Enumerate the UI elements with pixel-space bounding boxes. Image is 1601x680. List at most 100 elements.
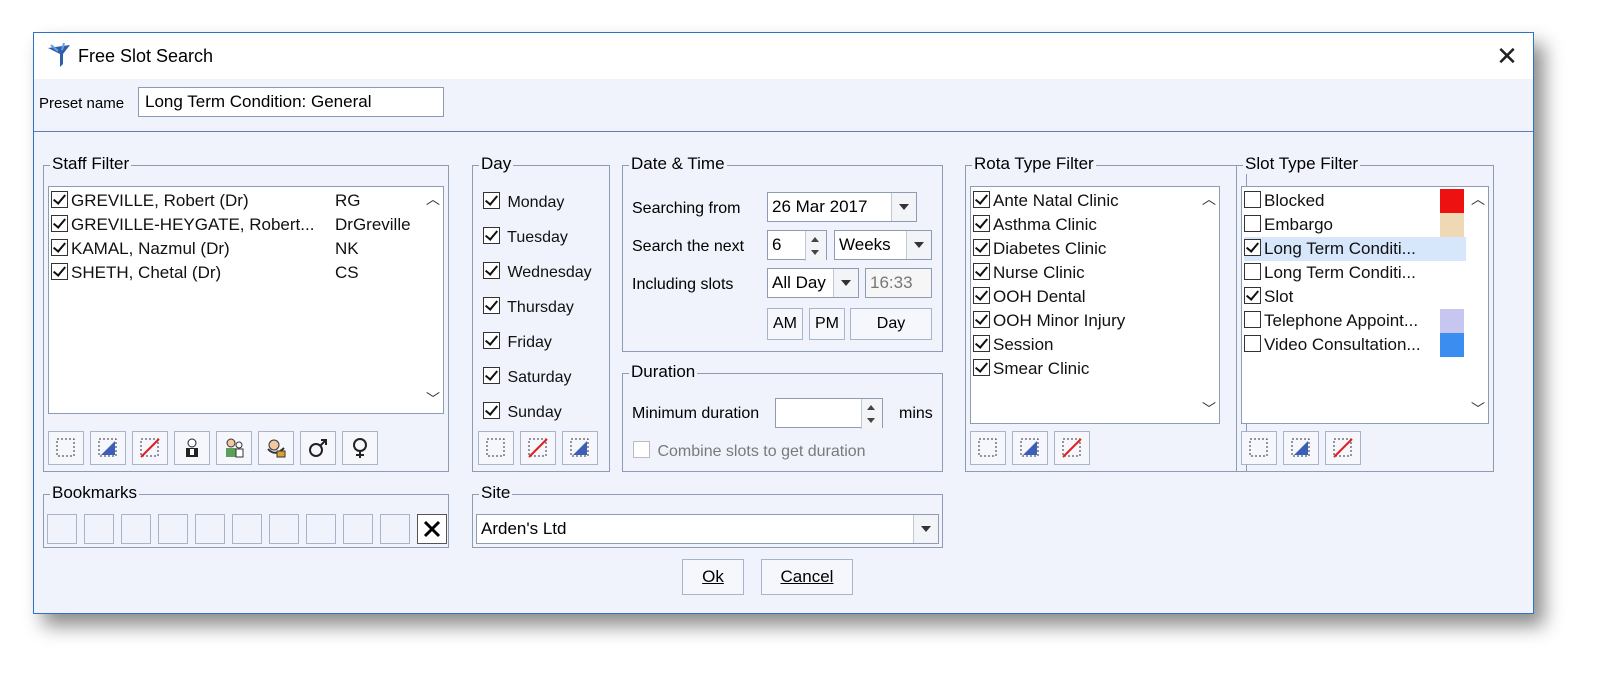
rota-row[interactable]: Diabetes Clinic	[973, 237, 1106, 261]
chevron-down-icon[interactable]	[833, 269, 858, 297]
pm-button[interactable]: PM	[809, 308, 845, 340]
day-checkbox[interactable]	[483, 227, 500, 244]
slot-row[interactable]: Blocked	[1244, 189, 1466, 213]
rota-checkbox[interactable]	[973, 287, 990, 304]
rota-row[interactable]: Session	[973, 333, 1053, 357]
slot-row[interactable]: Long Term Conditi...	[1244, 261, 1466, 285]
close-button[interactable]: ✕	[1493, 42, 1521, 70]
select-all-button[interactable]	[90, 431, 126, 465]
staff-row[interactable]: GREVILLE-HEYGATE, Robert... DrGreville	[51, 213, 411, 237]
staff-checkbox[interactable]	[51, 215, 68, 232]
rota-row[interactable]: Asthma Clinic	[973, 213, 1097, 237]
day-thursday[interactable]: Thursday	[483, 296, 574, 320]
including-slots-select[interactable]: All Day	[767, 268, 859, 298]
chevron-down-icon[interactable]	[913, 515, 938, 543]
chevron-down-icon[interactable]: ﹀	[1202, 402, 1216, 416]
day-select-all-button[interactable]	[562, 431, 598, 465]
rota-select-none-button[interactable]	[970, 431, 1006, 465]
day-wednesday[interactable]: Wednesday	[483, 261, 592, 285]
rota-checkbox[interactable]	[973, 335, 990, 352]
spinner-icon[interactable]	[805, 231, 826, 261]
preset-name-input[interactable]	[138, 87, 444, 117]
rota-row[interactable]: OOH Minor Injury	[973, 309, 1125, 333]
bookmark-slot[interactable]	[121, 514, 151, 544]
slot-checkbox[interactable]	[1244, 263, 1261, 280]
combine-slots-option[interactable]: Combine slots to get duration	[633, 440, 866, 464]
day-monday[interactable]: Monday	[483, 191, 564, 215]
am-button[interactable]: AM	[767, 308, 803, 340]
clear-bookmarks-button[interactable]	[417, 514, 447, 544]
slot-row-selected[interactable]: Long Term Conditi...	[1244, 237, 1466, 261]
chevron-down-icon[interactable]: ﹀	[1471, 402, 1485, 416]
day-saturday[interactable]: Saturday	[483, 366, 572, 390]
cancel-button[interactable]: Cancel	[761, 559, 853, 595]
rota-row[interactable]: OOH Dental	[973, 285, 1086, 309]
slot-checkbox[interactable]	[1244, 287, 1261, 304]
slot-row[interactable]: Slot	[1244, 285, 1466, 309]
bookmark-slot[interactable]	[47, 514, 77, 544]
day-checkbox[interactable]	[483, 367, 500, 384]
rota-invert-button[interactable]	[1054, 431, 1090, 465]
slot-row[interactable]: Embargo	[1244, 213, 1466, 237]
invert-selection-button[interactable]	[132, 431, 168, 465]
rota-list-scrollbar[interactable]: ︿ ﹀	[1197, 187, 1219, 423]
day-checkbox[interactable]	[483, 402, 500, 419]
staff-list[interactable]: GREVILLE, Robert (Dr) RG GREVILLE-HEYGAT…	[48, 186, 444, 414]
slot-checkbox[interactable]	[1244, 239, 1261, 256]
chevron-down-icon[interactable]	[906, 231, 931, 259]
day-tuesday[interactable]: Tuesday	[483, 226, 568, 250]
staff-row[interactable]: GREVILLE, Robert (Dr) RG	[51, 189, 361, 213]
searching-from-date-picker[interactable]: 26 Mar 2017	[767, 192, 917, 222]
combine-slots-checkbox[interactable]	[633, 441, 650, 458]
rota-checkbox[interactable]	[973, 263, 990, 280]
nurse-filter-button[interactable]	[216, 431, 252, 465]
site-select[interactable]: Arden's Ltd	[476, 514, 939, 544]
staff-checkbox[interactable]	[51, 263, 68, 280]
day-invert-button[interactable]	[520, 431, 556, 465]
rota-type-list[interactable]: Ante Natal Clinic Asthma Clinic Diabetes…	[970, 186, 1220, 424]
day-friday[interactable]: Friday	[483, 331, 552, 355]
staff-list-scrollbar[interactable]: ︿ ﹀	[421, 187, 443, 413]
staff-checkbox[interactable]	[51, 239, 68, 256]
slot-checkbox[interactable]	[1244, 335, 1261, 352]
female-filter-button[interactable]	[342, 431, 378, 465]
rota-row[interactable]: Smear Clinic	[973, 357, 1089, 381]
search-next-unit-select[interactable]: Weeks	[834, 230, 932, 260]
day-sunday[interactable]: Sunday	[483, 401, 562, 425]
day-button[interactable]: Day	[850, 308, 932, 340]
bookmark-slot[interactable]	[306, 514, 336, 544]
day-checkbox[interactable]	[483, 297, 500, 314]
chevron-down-icon[interactable]	[891, 193, 916, 221]
rota-row[interactable]: Ante Natal Clinic	[973, 189, 1119, 213]
bookmark-slot[interactable]	[195, 514, 225, 544]
slot-row[interactable]: Video Consultation...	[1244, 333, 1466, 357]
slot-invert-button[interactable]	[1325, 431, 1361, 465]
rota-checkbox[interactable]	[973, 359, 990, 376]
chevron-up-icon[interactable]: ︿	[426, 192, 440, 206]
slot-checkbox[interactable]	[1244, 311, 1261, 328]
slot-row[interactable]: Telephone Appoint...	[1244, 309, 1466, 333]
slot-checkbox[interactable]	[1244, 215, 1261, 232]
rota-checkbox[interactable]	[973, 191, 990, 208]
day-checkbox[interactable]	[483, 332, 500, 349]
slot-list-scrollbar[interactable]: ︿ ﹀	[1466, 187, 1488, 423]
rota-checkbox[interactable]	[973, 311, 990, 328]
day-checkbox[interactable]	[483, 262, 500, 279]
slot-type-list[interactable]: Blocked Embargo Long Term Conditi... Lon…	[1241, 186, 1489, 424]
staff-row[interactable]: KAMAL, Nazmul (Dr) NK	[51, 237, 359, 261]
select-none-button[interactable]	[48, 431, 84, 465]
staff-search-button[interactable]	[258, 431, 294, 465]
bookmark-slot[interactable]	[84, 514, 114, 544]
chevron-up-icon[interactable]: ︿	[1202, 192, 1216, 206]
bookmark-slot[interactable]	[232, 514, 262, 544]
doctor-filter-button[interactable]	[174, 431, 210, 465]
bookmark-slot[interactable]	[269, 514, 299, 544]
staff-row[interactable]: SHETH, Chetal (Dr) CS	[51, 261, 359, 285]
chevron-up-icon[interactable]: ︿	[1471, 192, 1485, 206]
search-next-stepper[interactable]: 6	[767, 230, 827, 261]
rota-row[interactable]: Nurse Clinic	[973, 261, 1085, 285]
slot-checkbox[interactable]	[1244, 191, 1261, 208]
slot-select-none-button[interactable]	[1241, 431, 1277, 465]
spinner-icon[interactable]	[861, 399, 882, 429]
ok-button[interactable]: Ok	[682, 559, 744, 595]
